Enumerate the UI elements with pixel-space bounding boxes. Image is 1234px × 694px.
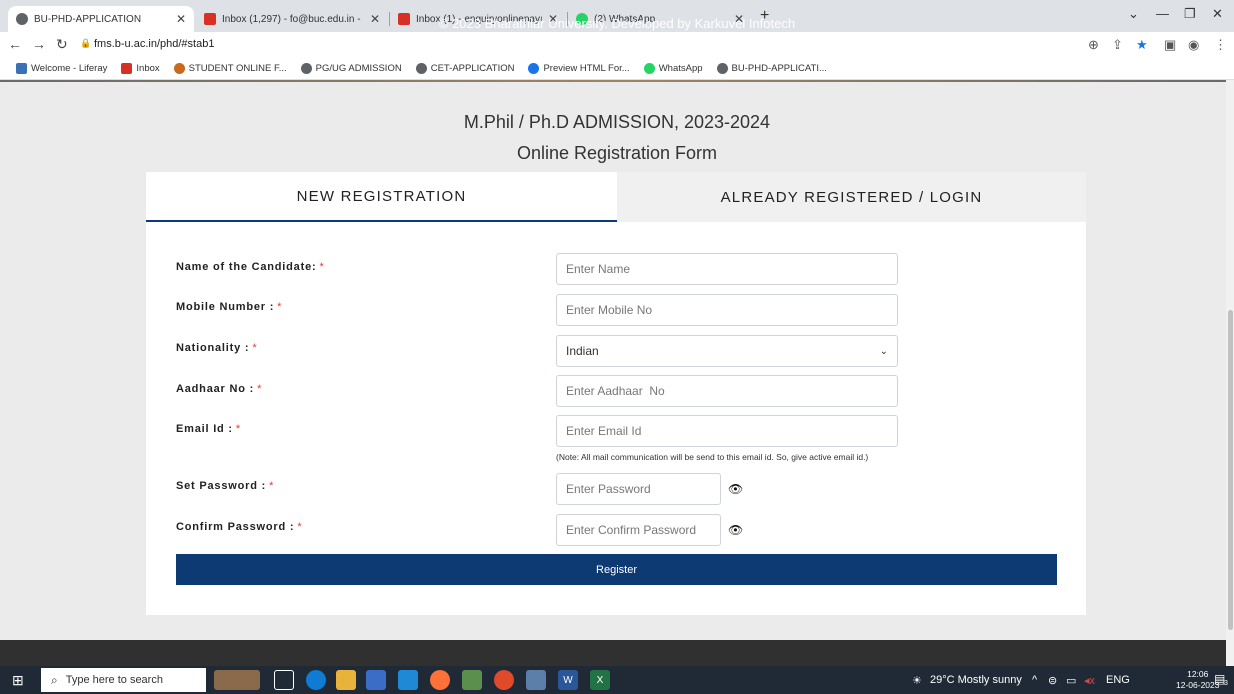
registration-card: NEW REGISTRATION ALREADY REGISTERED / LO… — [146, 172, 1086, 615]
edge-icon[interactable] — [306, 670, 326, 690]
lock-icon: 🔒 — [80, 38, 92, 48]
confirm-password-input[interactable] — [556, 514, 721, 546]
browser-toolbar: ← → ↻ 🔒 fms.b-u.ac.in/phd/#stab1 ⊕ ⇪ ★ ▣… — [0, 32, 1234, 58]
tab-login[interactable]: ALREADY REGISTERED / LOGIN — [617, 172, 1086, 222]
weather-text[interactable]: 29°C Mostly sunny — [930, 674, 1022, 686]
liferay-icon — [16, 63, 27, 74]
footer-text: © 2023 Bharathiar University. Developed … — [438, 16, 796, 31]
register-button[interactable]: Register — [176, 554, 1057, 585]
scrollbar-thumb[interactable] — [1228, 310, 1233, 630]
footer — [0, 640, 1226, 666]
weather-icon[interactable]: ☀ — [912, 674, 922, 687]
app-icon[interactable] — [462, 670, 482, 690]
gmail-icon — [121, 63, 133, 74]
nationality-select[interactable]: Indian ⌄ — [556, 335, 898, 367]
required-mark: * — [297, 521, 303, 533]
task-view-icon[interactable] — [274, 670, 294, 690]
header-strip — [0, 80, 1226, 82]
volume-muted-icon[interactable]: ◂x — [1084, 674, 1095, 687]
required-mark: * — [277, 301, 283, 313]
zoom-icon[interactable]: ⊕ — [1088, 37, 1099, 53]
clock[interactable]: 12:06 12-06-2023 — [1176, 669, 1219, 691]
required-mark: * — [319, 261, 325, 273]
required-mark: * — [235, 423, 241, 435]
whatsapp-icon — [643, 63, 655, 74]
taskbar-search[interactable]: ⌕ Type here to search — [41, 668, 206, 692]
nationality-value: Indian — [566, 344, 599, 358]
news-widget-icon[interactable] — [214, 670, 260, 690]
chrome-icon[interactable] — [494, 670, 514, 690]
bookmark-item[interactable]: WhatsApp — [643, 63, 703, 74]
profile-avatar-icon[interactable]: ◉ — [1188, 37, 1199, 53]
share-icon[interactable]: ⇪ — [1112, 37, 1123, 53]
mail-icon[interactable] — [398, 670, 418, 690]
file-explorer-icon[interactable] — [336, 670, 356, 690]
bookmark-item[interactable]: Inbox — [121, 63, 160, 74]
bookmark-item[interactable]: Welcome - Liferay — [16, 63, 107, 74]
required-mark: * — [257, 383, 263, 395]
bookmarks-bar: Welcome - Liferay Inbox STUDENT ONLINE F… — [0, 58, 1234, 80]
globe-icon — [716, 63, 728, 74]
chevron-down-icon: ⌄ — [879, 345, 888, 357]
bookmark-star-icon[interactable]: ★ — [1136, 37, 1148, 53]
required-mark: * — [252, 342, 258, 354]
taskbar: ⊞ ⌕ Type here to search W X ☀ 29°C Mostl… — [0, 666, 1234, 694]
notification-count: 3 — [1224, 680, 1228, 687]
bookmark-item[interactable]: BU-PHD-APPLICATI... — [716, 63, 827, 74]
globe-icon — [300, 63, 312, 74]
tray-chevron-icon[interactable]: ^ — [1032, 674, 1037, 686]
menu-dots-icon[interactable]: ⋮ — [1214, 37, 1227, 53]
tab-new-registration[interactable]: NEW REGISTRATION — [146, 172, 617, 222]
name-input[interactable] — [556, 253, 898, 285]
globe-icon — [415, 63, 427, 74]
page-subtitle: Online Registration Form — [516, 143, 718, 163]
preview-icon — [528, 63, 540, 74]
mobile-input[interactable] — [556, 294, 898, 326]
network-icon[interactable]: ⊜ — [1048, 674, 1057, 687]
back-icon[interactable]: ← — [8, 36, 22, 52]
windows-start-icon[interactable]: ⊞ — [12, 672, 24, 689]
bookmark-item[interactable]: Preview HTML For... — [528, 63, 630, 74]
eye-icon[interactable]: 👁 — [728, 523, 743, 537]
university-seal-icon — [173, 63, 185, 74]
registration-tabs: NEW REGISTRATION ALREADY REGISTERED / LO… — [146, 172, 1086, 222]
page-title: M.Phil / Ph.D ADMISSION, 2023-2024 — [463, 112, 771, 132]
bookmark-item[interactable]: PG/UG ADMISSION — [300, 63, 402, 74]
eye-icon[interactable]: 👁 — [728, 482, 743, 496]
confirm-password-label: Confirm Password : * — [176, 521, 303, 533]
search-icon: ⌕ — [51, 672, 58, 687]
bookmark-item[interactable]: STUDENT ONLINE F... — [173, 63, 287, 74]
store-icon[interactable] — [366, 670, 386, 690]
email-label: Email Id : * — [176, 423, 241, 435]
bookmark-item[interactable]: CET-APPLICATION — [415, 63, 514, 74]
page-content: M.Phil / Ph.D ADMISSION, 2023-2024 Onlin… — [0, 80, 1226, 642]
battery-icon[interactable]: ▭ — [1066, 674, 1076, 687]
email-note: (Note: All mail communication will be se… — [556, 452, 869, 462]
excel-icon[interactable]: X — [590, 670, 610, 690]
firefox-icon[interactable] — [430, 670, 450, 690]
reload-icon[interactable]: ↻ — [56, 36, 68, 53]
side-panel-icon[interactable]: ▣ — [1164, 37, 1176, 53]
word-icon[interactable]: W — [558, 670, 578, 690]
mobile-label: Mobile Number : * — [176, 301, 283, 313]
aadhaar-input[interactable] — [556, 375, 898, 407]
password-input[interactable] — [556, 473, 721, 505]
forward-icon[interactable]: → — [32, 36, 46, 52]
email-input[interactable] — [556, 415, 898, 447]
calculator-icon[interactable] — [526, 670, 546, 690]
address-bar[interactable]: fms.b-u.ac.in/phd/#stab1 — [94, 38, 214, 50]
password-label: Set Password : * — [176, 480, 275, 492]
language-indicator[interactable]: ENG — [1106, 674, 1130, 686]
name-label: Name of the Candidate: * — [176, 261, 325, 273]
aadhaar-label: Aadhaar No : * — [176, 383, 263, 395]
nationality-label: Nationality : * — [176, 342, 258, 354]
required-mark: * — [269, 480, 275, 492]
